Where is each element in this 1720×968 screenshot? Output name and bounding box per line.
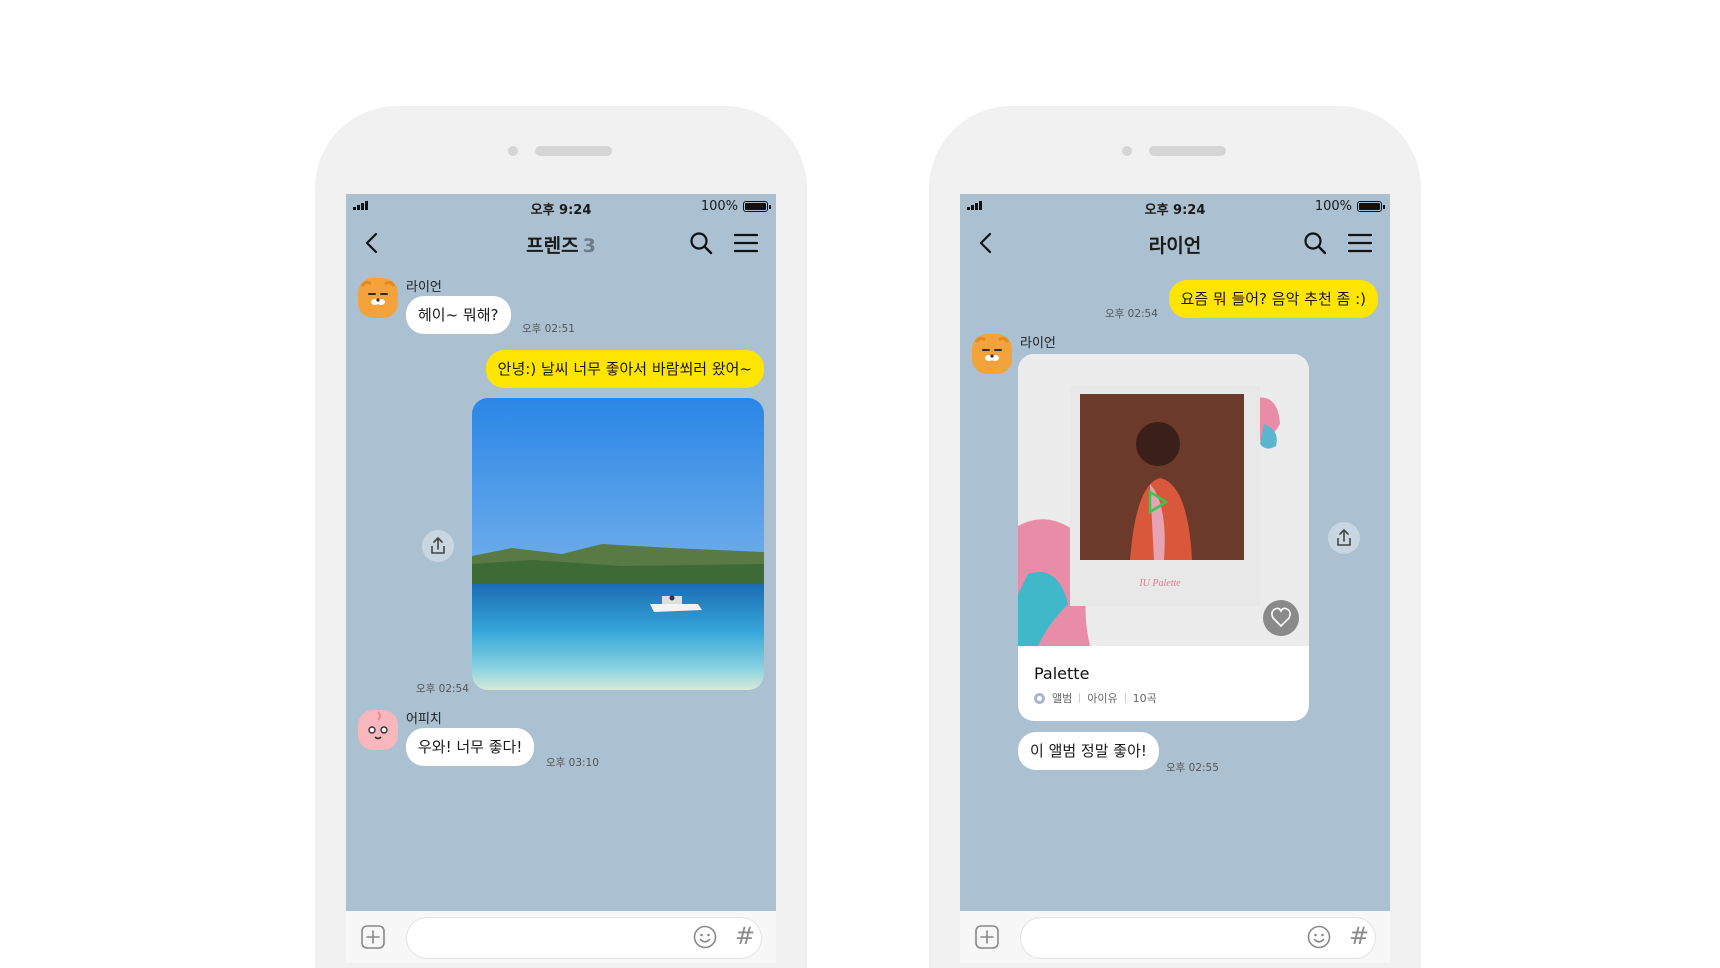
album-title: Palette: [1034, 664, 1090, 683]
chat-room-name: 라이언: [1148, 235, 1202, 257]
message-bubble-sent[interactable]: 요즘 뭐 들어? 음악 추천 좀 :): [1168, 280, 1378, 318]
album-cover: IU Palette: [1018, 354, 1309, 646]
message-input-bar: #: [346, 911, 776, 963]
avatar-ryan[interactable]: [358, 278, 398, 318]
chat-screen-right: 오후 9:24 100% 라이언 요즘 뭐 들어? 음악 추천 좀 :) 오후 …: [960, 194, 1390, 963]
message-timestamp: 오후 02:55: [1166, 762, 1219, 774]
front-camera: [508, 146, 518, 156]
phone-frame-right: 오후 9:24 100% 라이언 요즘 뭐 들어? 음악 추천 좀 :) 오후 …: [929, 106, 1421, 968]
sender-name: 라이언: [406, 280, 442, 295]
battery-icon: [1357, 201, 1385, 212]
lake-photo-image: [472, 398, 764, 690]
shared-photo[interactable]: [472, 398, 764, 690]
sender-name: 라이언: [1020, 336, 1056, 351]
album-cover-text: IU Palette: [1138, 578, 1181, 589]
earpiece-speaker: [535, 146, 612, 156]
avatar-ryan[interactable]: [972, 334, 1012, 374]
chat-screen-left: 오후 9:24 100% 프렌즈 3 라이언 헤이~ 뭐해? 오후 02:51 안…: [346, 194, 776, 963]
hashtag-button[interactable]: #: [1346, 921, 1372, 951]
message-bubble-sent[interactable]: 안녕:) 날씨 너무 좋아서 바람쐬러 왔어~: [485, 350, 764, 388]
battery-percentage: 100%: [1314, 199, 1352, 214]
album-type-icon: [1034, 692, 1045, 704]
hamburger-icon[interactable]: [1346, 230, 1374, 256]
chat-room-name: 프렌즈: [526, 235, 579, 257]
chat-header: 프렌즈 3: [346, 218, 776, 268]
hashtag-button[interactable]: #: [732, 921, 758, 951]
album-type: 앨범: [1052, 692, 1073, 705]
album-track-count: 10곡: [1132, 692, 1157, 705]
album-cover-image: IU Palette: [1018, 354, 1309, 646]
member-count: 3: [582, 235, 596, 257]
message-timestamp: 오후 02:54: [1105, 308, 1158, 320]
sender-name: 어피치: [406, 712, 442, 727]
message-bubble-received[interactable]: 이 앨범 정말 좋아!: [1018, 732, 1159, 770]
chat-header: 라이언: [960, 218, 1390, 268]
meta-divider: [1079, 693, 1081, 703]
message-input-bar: #: [960, 911, 1390, 963]
ryan-avatar-icon: [358, 278, 398, 318]
avatar-apeach[interactable]: [358, 710, 398, 750]
earpiece-speaker: [1149, 146, 1226, 156]
status-bar: 오후 9:24 100%: [346, 194, 776, 218]
apeach-avatar-icon: [358, 710, 398, 750]
hamburger-icon[interactable]: [732, 230, 760, 256]
battery-icon: [743, 201, 771, 212]
smile-icon[interactable]: [1306, 924, 1332, 950]
message-bubble-received[interactable]: 헤이~ 뭐해?: [406, 296, 511, 334]
search-icon[interactable]: [688, 230, 714, 256]
share-button[interactable]: [1328, 522, 1360, 554]
like-button[interactable]: [1263, 600, 1299, 636]
share-button[interactable]: [422, 530, 454, 562]
meta-divider: [1124, 693, 1126, 703]
battery-percentage: 100%: [700, 199, 738, 214]
message-timestamp: 오후 02:51: [522, 323, 575, 335]
status-bar: 오후 9:24 100%: [960, 194, 1390, 218]
smile-icon[interactable]: [692, 924, 718, 950]
ryan-avatar-icon: [972, 334, 1012, 374]
phone-frame-left: 오후 9:24 100% 프렌즈 3 라이언 헤이~ 뭐해? 오후 02:51 안…: [315, 106, 807, 968]
share-icon: [1337, 528, 1351, 546]
album-artist: 아이유: [1087, 692, 1118, 705]
message-timestamp: 오후 02:54: [416, 683, 469, 695]
message-timestamp: 오후 03:10: [546, 757, 599, 769]
message-bubble-received[interactable]: 우와! 너무 좋다!: [406, 728, 535, 766]
plus-square-icon[interactable]: [974, 924, 1000, 950]
share-icon: [431, 536, 445, 554]
search-icon[interactable]: [1302, 230, 1328, 256]
front-camera: [1122, 146, 1132, 156]
plus-square-icon[interactable]: [360, 924, 386, 950]
album-meta: 앨범 아이유 10곡: [1034, 690, 1157, 706]
music-album-card[interactable]: IU Palette Palette 앨범 아이유 10곡: [1018, 354, 1309, 721]
